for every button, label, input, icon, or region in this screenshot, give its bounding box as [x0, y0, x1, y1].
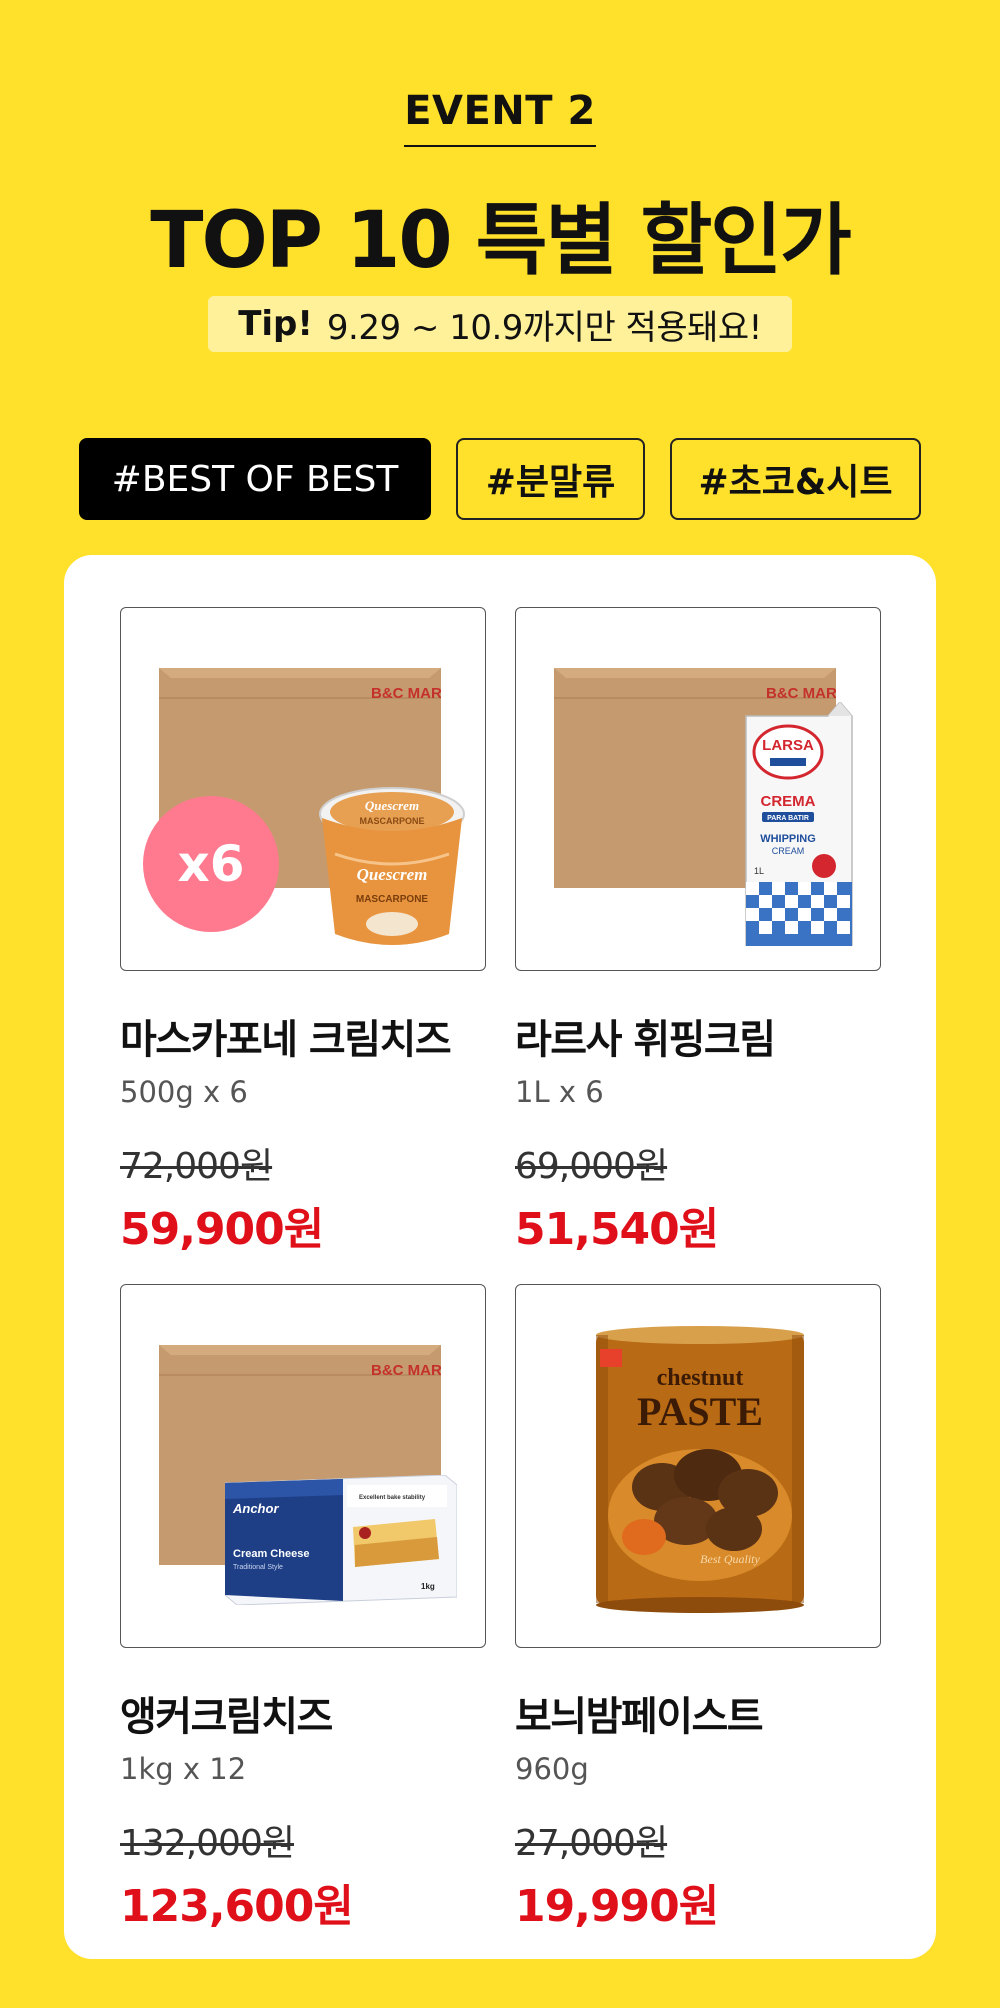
svg-text:CREMA: CREMA	[761, 793, 816, 810]
chestnut-can-image: chestnut PASTE Best Quality	[596, 1326, 804, 1613]
product-item-mascarpone[interactable]: B&C MARKET Quescrem MASCARPONE Quescrem …	[120, 607, 486, 1257]
sale-price: 59,900원	[120, 1204, 324, 1255]
product-image-anchor[interactable]: B&C MARKET Anchor Cream Cheese Tradition…	[120, 1284, 486, 1648]
original-price: 132,000원	[120, 1823, 295, 1864]
product-name[interactable]: 라르사 휘핑크림	[515, 1007, 881, 1065]
product-spec: 960g	[515, 1752, 589, 1786]
product-name[interactable]: 보늬밤페이스트	[515, 1684, 881, 1742]
box-logo: B&C MARKET	[371, 685, 441, 702]
tip-text: 9.29 ~ 10.9까지만 적용돼요!	[326, 307, 762, 348]
svg-text:Quescrem: Quescrem	[357, 865, 428, 884]
product-image-larsa[interactable]: B&C MARKET LARSA CREMA PARA BATIR WHIP	[515, 607, 881, 971]
tip-banner: Tip! 9.29 ~ 10.9까지만 적용돼요!	[208, 296, 792, 352]
product-item-chestnut[interactable]: chestnut PASTE Best Quality 보늬밤페이스트 960g…	[515, 1284, 881, 1934]
product-image-mascarpone[interactable]: B&C MARKET Quescrem MASCARPONE Quescrem …	[120, 607, 486, 971]
sale-price: 123,600원	[120, 1881, 354, 1932]
svg-text:1kg: 1kg	[421, 1582, 435, 1591]
svg-text:MASCARPONE: MASCARPONE	[359, 816, 424, 826]
product-item-larsa[interactable]: B&C MARKET LARSA CREMA PARA BATIR WHIP	[515, 607, 881, 1257]
product-name[interactable]: 마스카포네 크림치즈	[120, 1007, 486, 1065]
event-header: EVENT 2 TOP 10 특별 할인가 Tip! 9.29 ~ 10.9까지…	[0, 0, 1000, 420]
product-spec: 500g x 6	[120, 1075, 248, 1109]
svg-text:1L: 1L	[754, 866, 764, 876]
svg-text:chestnut: chestnut	[657, 1365, 744, 1391]
svg-text:Cream Cheese: Cream Cheese	[233, 1548, 309, 1560]
category-tabs: #BEST OF BEST #분말류 #초코&시트	[0, 438, 1000, 520]
svg-text:WHIPPING: WHIPPING	[760, 833, 816, 845]
svg-text:PARA BATIR: PARA BATIR	[767, 815, 809, 822]
product-spec: 1kg x 12	[120, 1752, 247, 1786]
svg-text:LARSA: LARSA	[762, 737, 814, 754]
svg-text:Quescrem: Quescrem	[365, 798, 419, 813]
svg-text:MASCARPONE: MASCARPONE	[356, 894, 429, 905]
product-spec: 1L x 6	[515, 1075, 604, 1109]
box-logo: B&C MARKET	[371, 1362, 441, 1379]
product-item-anchor[interactable]: B&C MARKET Anchor Cream Cheese Tradition…	[120, 1284, 486, 1934]
mascarpone-tub-image: Quescrem MASCARPONE Quescrem MASCARPONE	[319, 787, 465, 945]
product-image-chestnut[interactable]: chestnut PASTE Best Quality	[515, 1284, 881, 1648]
tip-label: Tip!	[238, 304, 313, 344]
svg-text:Best Quality: Best Quality	[700, 1552, 760, 1566]
larsa-carton-image: LARSA CREMA PARA BATIR WHIPPING CREAM 1L	[745, 702, 853, 946]
event-label: EVENT 2	[404, 88, 596, 134]
svg-text:PASTE: PASTE	[637, 1389, 763, 1434]
product-name[interactable]: 앵커크림치즈	[120, 1684, 486, 1742]
svg-text:Traditional Style: Traditional Style	[233, 1564, 283, 1571]
original-price: 72,000원	[120, 1146, 273, 1187]
box-logo: B&C MARKET	[766, 685, 836, 702]
svg-text:CREAM: CREAM	[772, 846, 805, 856]
svg-text:Anchor: Anchor	[232, 1501, 279, 1516]
product-card-panel: B&C MARKET Quescrem MASCARPONE Quescrem …	[64, 555, 936, 1959]
svg-text:Excellent bake stability: Excellent bake stability	[359, 1495, 426, 1501]
tab-powder[interactable]: #분말류	[456, 438, 645, 520]
event-underline	[404, 145, 596, 147]
sale-price: 51,540원	[515, 1204, 719, 1255]
quantity-badge: x6	[143, 796, 279, 932]
sale-price: 19,990원	[515, 1881, 719, 1932]
tab-best-of-best[interactable]: #BEST OF BEST	[79, 438, 431, 520]
page-title: TOP 10 특별 할인가	[150, 196, 852, 286]
anchor-cream-cheese-image: Anchor Cream Cheese Traditional Style Ex…	[225, 1475, 457, 1605]
original-price: 69,000원	[515, 1146, 668, 1187]
original-price: 27,000원	[515, 1823, 668, 1864]
tab-choco-sheet[interactable]: #초코&시트	[670, 438, 921, 520]
